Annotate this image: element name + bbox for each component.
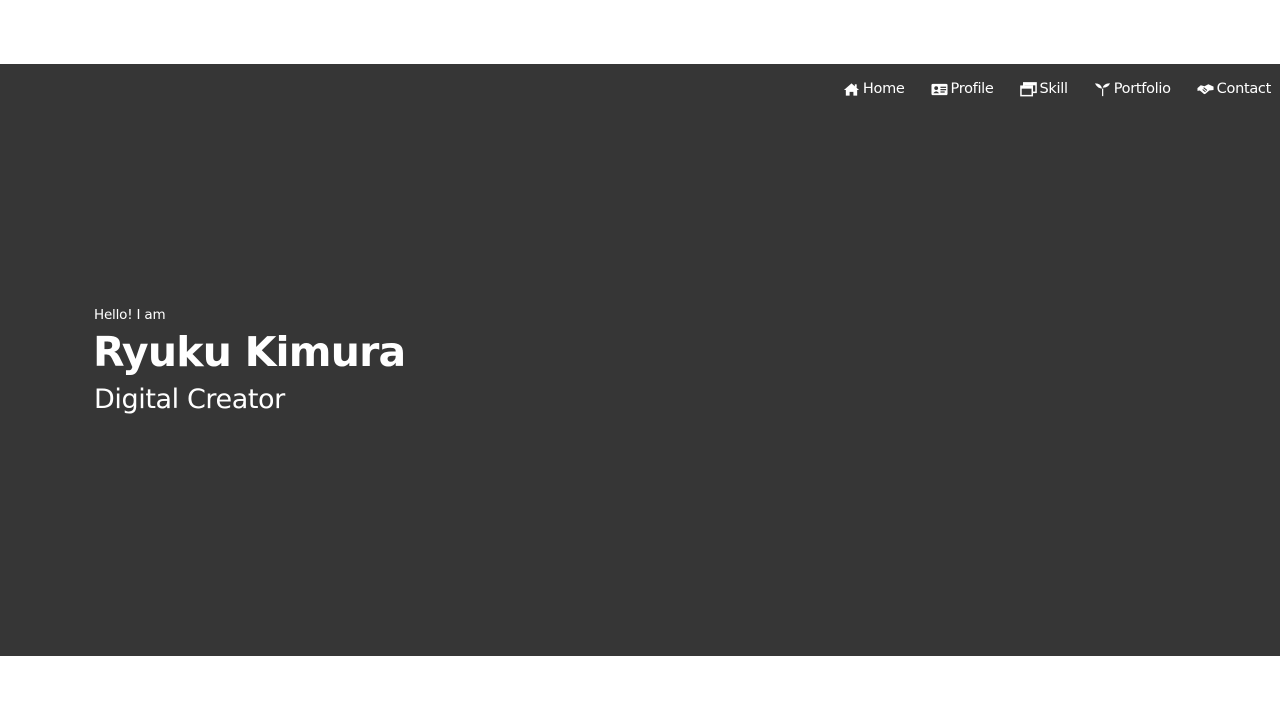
- hero-name: Ryuku Kimura: [93, 328, 406, 376]
- window-icon: [1019, 81, 1037, 97]
- handshake-icon: [1197, 82, 1214, 97]
- nav-item-portfolio[interactable]: Portfolio: [1094, 79, 1171, 99]
- nav-item-skill[interactable]: Skill: [1019, 79, 1068, 99]
- seedling-icon: [1094, 82, 1111, 97]
- nav-item-contact[interactable]: Contact: [1197, 79, 1271, 99]
- nav-item-label: Home: [862, 81, 905, 97]
- hero-section: Home Profile Skill Portfolio Contact Hel…: [0, 64, 1280, 656]
- nav-item-label: Contact: [1216, 81, 1272, 97]
- nav-item-label: Skill: [1039, 81, 1068, 97]
- nav-item-home[interactable]: Home: [843, 79, 905, 99]
- hero-role: Digital Creator: [94, 384, 285, 415]
- nav-item-profile[interactable]: Profile: [931, 79, 994, 99]
- top-navigation: Home Profile Skill Portfolio Contact: [843, 79, 1271, 99]
- id-card-icon: [931, 82, 948, 97]
- nav-item-label: Portfolio: [1113, 81, 1171, 97]
- home-icon: [843, 82, 860, 97]
- hero-greeting: Hello! I am: [94, 307, 166, 323]
- nav-item-label: Profile: [950, 81, 994, 97]
- page: Home Profile Skill Portfolio Contact Hel…: [0, 0, 1280, 720]
